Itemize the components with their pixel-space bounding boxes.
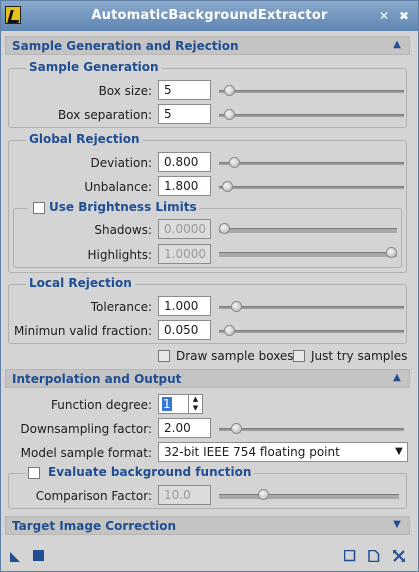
- document-icon[interactable]: [368, 550, 380, 562]
- close-icon[interactable]: ✖: [396, 8, 412, 24]
- new-instance-icon[interactable]: [10, 550, 22, 562]
- function-degree-value[interactable]: 1: [162, 397, 172, 411]
- spin-buttons[interactable]: ▲ ▼: [188, 395, 202, 413]
- comparison-factor-label: Comparison Factor:: [35, 489, 152, 503]
- window-title: AutomaticBackgroundExtractor: [91, 8, 328, 23]
- browse-documentation-icon[interactable]: [344, 550, 356, 562]
- reset-icon[interactable]: [393, 550, 405, 562]
- tolerance-slider[interactable]: [219, 301, 404, 312]
- slider-handle: [219, 223, 230, 234]
- min-valid-fraction-slider[interactable]: [219, 325, 404, 336]
- deviation-slider[interactable]: [219, 157, 404, 168]
- tolerance-label: Tolerance:: [90, 300, 152, 314]
- just-try-samples-label: Just try samples: [311, 349, 408, 363]
- section-target-image-correction[interactable]: Target Image Correction ▼: [5, 516, 410, 535]
- group-title: Evaluate background function: [26, 465, 255, 479]
- downsampling-factor-label: Downsampling factor:: [20, 422, 152, 436]
- highlights-slider: [219, 247, 397, 258]
- downsampling-factor-slider[interactable]: [219, 423, 404, 434]
- section-interpolation-output[interactable]: Interpolation and Output ▲: [5, 369, 410, 388]
- comparison-factor-input: 10.0: [158, 485, 211, 505]
- slider-handle: [257, 489, 269, 500]
- model-sample-format-select[interactable]: 32-bit IEEE 754 floating point ▼: [158, 442, 408, 462]
- group-title: Global Rejection: [26, 132, 143, 146]
- unbalance-slider[interactable]: [219, 181, 404, 192]
- model-sample-format-label: Model sample format:: [20, 446, 152, 460]
- box-size-slider[interactable]: [219, 85, 404, 96]
- shadows-input: 0.0000: [158, 219, 211, 239]
- unbalance-label: Unbalance:: [84, 180, 152, 194]
- box-size-input[interactable]: 5: [158, 80, 211, 100]
- title-bar[interactable]: AutomaticBackgroundExtractor ✕ ✖: [1, 1, 418, 31]
- spin-up-icon[interactable]: ▲: [189, 395, 202, 404]
- group-title: Use Brightness Limits: [27, 200, 200, 214]
- section-title: Interpolation and Output: [12, 372, 182, 386]
- comparison-factor-slider: [219, 489, 399, 500]
- draw-sample-boxes-checkbox[interactable]: [158, 350, 170, 362]
- bottom-toolbar: [1, 541, 418, 571]
- group-title: Local Rejection: [26, 276, 135, 290]
- min-valid-fraction-label: Minimun valid fraction:: [13, 324, 152, 338]
- pin-icon[interactable]: ✕: [376, 8, 392, 24]
- highlights-label: Highlights:: [87, 248, 152, 262]
- deviation-input[interactable]: 0.800: [158, 152, 211, 172]
- min-valid-fraction-input[interactable]: 0.050: [158, 320, 211, 340]
- evaluate-background-checkbox[interactable]: [28, 467, 40, 479]
- model-sample-format-value: 32-bit IEEE 754 floating point: [164, 445, 340, 459]
- draw-sample-boxes-label: Draw sample boxes: [176, 349, 294, 363]
- expand-icon[interactable]: ▼: [391, 520, 403, 532]
- group-title: Sample Generation: [26, 60, 162, 74]
- deviation-label: Deviation:: [90, 156, 152, 170]
- just-try-samples-checkbox[interactable]: [293, 350, 305, 362]
- use-brightness-limits-checkbox[interactable]: [33, 202, 45, 214]
- spin-down-icon[interactable]: ▼: [189, 404, 202, 413]
- slider-handle[interactable]: [231, 423, 243, 434]
- section-sample-generation-rejection[interactable]: Sample Generation and Rejection ▲: [5, 36, 410, 55]
- collapse-icon[interactable]: ▲: [391, 373, 403, 385]
- box-separation-label: Box separation:: [57, 108, 152, 122]
- chevron-down-icon[interactable]: ▼: [391, 443, 407, 461]
- shadows-label: Shadows:: [94, 223, 152, 237]
- box-size-label: Box size:: [98, 84, 152, 98]
- section-title: Sample Generation and Rejection: [12, 39, 239, 53]
- function-degree-spinbox[interactable]: 1 ▲ ▼: [158, 394, 203, 414]
- downsampling-factor-input[interactable]: 2.00: [158, 418, 211, 438]
- collapse-icon[interactable]: ▲: [391, 40, 403, 52]
- box-separation-slider[interactable]: [219, 109, 404, 120]
- shadows-slider: [219, 223, 397, 234]
- box-separation-input[interactable]: 5: [158, 104, 211, 124]
- highlights-input: 1.0000: [158, 244, 211, 264]
- function-degree-label: Function degree:: [51, 398, 152, 412]
- process-window: AutomaticBackgroundExtractor ✕ ✖ Sample …: [0, 0, 419, 572]
- apply-global-icon[interactable]: [33, 550, 45, 562]
- section-title: Target Image Correction: [12, 519, 177, 533]
- slider-handle: [386, 247, 397, 258]
- tolerance-input[interactable]: 1.000: [158, 296, 211, 316]
- unbalance-input[interactable]: 1.800: [158, 176, 211, 196]
